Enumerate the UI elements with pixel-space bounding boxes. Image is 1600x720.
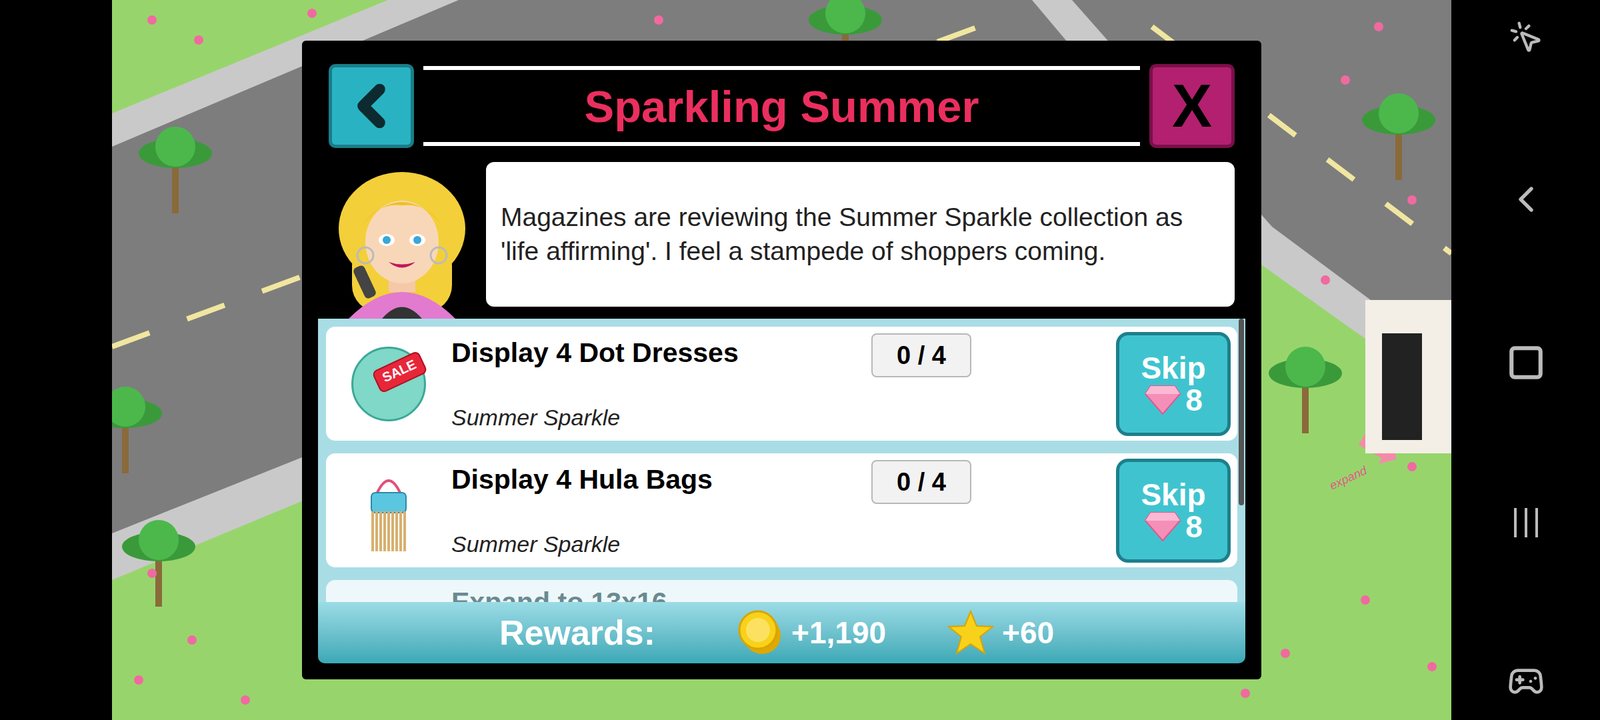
skip-button[interactable]: Skip8 (1116, 458, 1231, 563)
message-area: Magazines are reviewing the Summer Spark… (302, 154, 1262, 319)
game-area: expand Sparkling Summer X Magazines are rev… (112, 0, 1452, 720)
nav-recents-icon[interactable] (1508, 505, 1544, 540)
screen: expand Sparkling Summer X Magazines are rev… (0, 0, 1600, 720)
scrollbar[interactable] (1238, 318, 1244, 506)
rewards-label: Rewards: (499, 606, 656, 659)
task-title: Display 4 Dot Dresses (451, 336, 872, 370)
dialog-title: Sparkling Summer (584, 84, 979, 129)
back-arrow-icon (338, 72, 405, 140)
screenshot-tool-icon[interactable] (1508, 20, 1544, 55)
task-row-partial: Expand to 13x16 (326, 580, 1238, 602)
star-icon (947, 609, 994, 656)
task-row: Display 4 Hula Bags Summer Sparkle 0 / 4 Sk… (326, 453, 1238, 568)
palm-tree-icon (1362, 93, 1436, 180)
game-tools-icon[interactable] (1507, 662, 1545, 700)
palm-tree-icon (138, 126, 212, 214)
system-nav-bar (1451, 0, 1600, 720)
advisor-character-icon (325, 165, 479, 319)
rewards-bar: Rewards: +1,190 +60 (318, 602, 1246, 664)
left-bar (0, 0, 112, 720)
gem-icon (1144, 384, 1182, 416)
nav-back-icon[interactable] (1504, 178, 1548, 221)
speech-box: Magazines are reviewing the Summer Spark… (486, 162, 1235, 307)
task-progress: 0 / 4 (871, 333, 972, 378)
back-button[interactable] (328, 64, 414, 148)
palm-tree-icon (122, 520, 196, 607)
task-list: SALE Display 4 Dot Dresses Summer Sparkle 0… (318, 318, 1246, 602)
task-progress: 0 / 4 (871, 460, 972, 504)
nav-home-icon[interactable] (1506, 343, 1546, 382)
coins-icon (735, 608, 784, 657)
quest-dialog: Sparkling Summer X Magazines are reviewing… (302, 40, 1262, 680)
task-row: SALE Display 4 Dot Dresses Summer Sparkle 0… (326, 326, 1238, 441)
coins-reward: +1,190 (791, 610, 886, 656)
dialog-header: Sparkling Summer X (302, 40, 1262, 154)
sale-tag-icon: SALE (351, 346, 426, 422)
task-subtitle: Summer Sparkle (451, 530, 872, 559)
task-subtitle: Summer Sparkle (451, 403, 872, 432)
palm-tree-icon (112, 386, 162, 474)
gem-icon (1144, 511, 1182, 542)
close-button[interactable]: X (1149, 64, 1235, 148)
palm-tree-icon (1268, 346, 1342, 434)
hula-bag-icon (362, 467, 416, 554)
skip-button[interactable]: Skip8 (1116, 332, 1231, 436)
svg-text:expand: expand (1327, 463, 1370, 493)
task-title: Display 4 Hula Bags (451, 462, 872, 497)
stars-reward: +60 (1002, 610, 1054, 656)
